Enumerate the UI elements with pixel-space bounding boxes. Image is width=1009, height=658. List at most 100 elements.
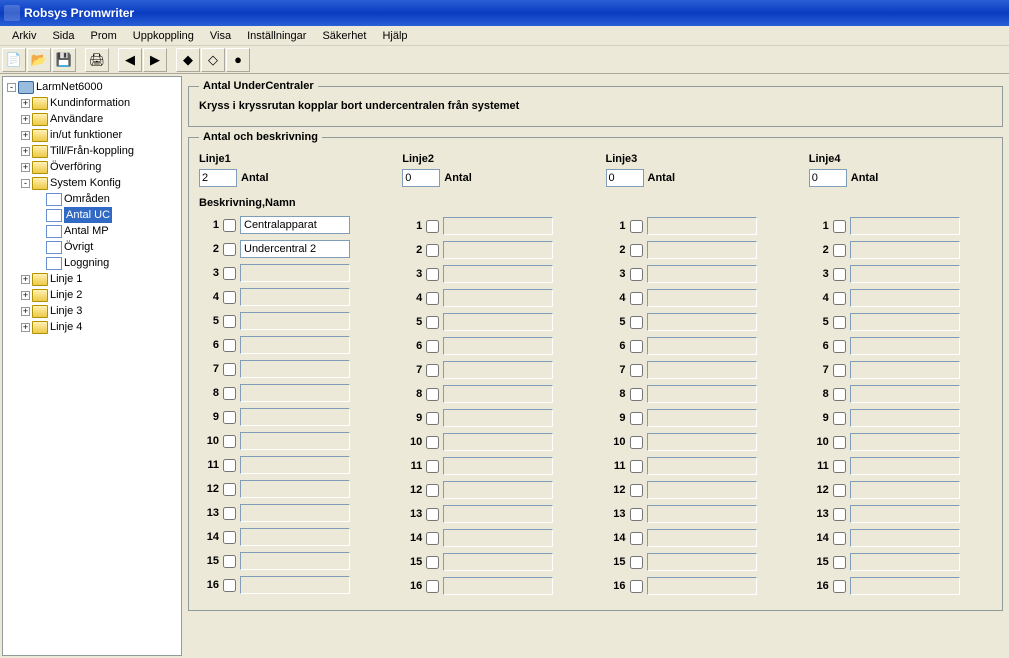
expander-icon[interactable]: + bbox=[21, 163, 30, 172]
uc-disable-checkbox[interactable] bbox=[630, 268, 643, 281]
uc-name-input[interactable] bbox=[240, 264, 350, 282]
uc-disable-checkbox[interactable] bbox=[833, 268, 846, 281]
uc-disable-checkbox[interactable] bbox=[223, 315, 236, 328]
uc-disable-checkbox[interactable] bbox=[833, 556, 846, 569]
tree-item-kundinformation[interactable]: Kundinformation bbox=[50, 95, 130, 111]
uc-disable-checkbox[interactable] bbox=[223, 459, 236, 472]
uc-disable-checkbox[interactable] bbox=[630, 580, 643, 593]
uc-disable-checkbox[interactable] bbox=[630, 508, 643, 521]
uc-disable-checkbox[interactable] bbox=[426, 268, 439, 281]
antal-input-linje3[interactable] bbox=[606, 169, 644, 187]
uc-name-input[interactable] bbox=[850, 337, 960, 355]
uc-name-input[interactable] bbox=[647, 289, 757, 307]
uc-name-input[interactable] bbox=[240, 408, 350, 426]
tree-view[interactable]: -LarmNet6000+Kundinformation+Användare+i… bbox=[2, 76, 182, 656]
uc-name-input[interactable] bbox=[240, 336, 350, 354]
uc-name-input[interactable] bbox=[850, 553, 960, 571]
tree-item-in/ut-funktioner[interactable]: in/ut funktioner bbox=[50, 127, 122, 143]
menu-hjälp[interactable]: Hjälp bbox=[374, 28, 415, 44]
tree-item-antal-mp[interactable]: Antal MP bbox=[64, 223, 109, 239]
uc-name-input[interactable] bbox=[443, 337, 553, 355]
tree-root[interactable]: LarmNet6000 bbox=[36, 79, 103, 95]
uc-name-input[interactable] bbox=[240, 384, 350, 402]
uc-name-input[interactable] bbox=[850, 361, 960, 379]
uc-name-input[interactable] bbox=[240, 432, 350, 450]
uc-disable-checkbox[interactable] bbox=[426, 580, 439, 593]
uc-name-input[interactable] bbox=[850, 385, 960, 403]
uc-disable-checkbox[interactable] bbox=[426, 508, 439, 521]
uc-name-input[interactable] bbox=[443, 361, 553, 379]
uc-disable-checkbox[interactable] bbox=[426, 340, 439, 353]
uc-name-input[interactable] bbox=[443, 241, 553, 259]
uc-disable-checkbox[interactable] bbox=[630, 316, 643, 329]
uc-name-input[interactable] bbox=[443, 529, 553, 547]
uc-name-input[interactable] bbox=[647, 385, 757, 403]
antal-input-linje1[interactable] bbox=[199, 169, 237, 187]
uc-disable-checkbox[interactable] bbox=[833, 580, 846, 593]
uc-name-input[interactable] bbox=[240, 360, 350, 378]
toolbar-btn-10[interactable]: ◇ bbox=[201, 48, 225, 72]
uc-name-input[interactable] bbox=[240, 312, 350, 330]
uc-name-input[interactable] bbox=[647, 553, 757, 571]
expander-icon[interactable]: - bbox=[21, 179, 30, 188]
uc-disable-checkbox[interactable] bbox=[426, 412, 439, 425]
uc-disable-checkbox[interactable] bbox=[833, 292, 846, 305]
uc-disable-checkbox[interactable] bbox=[223, 411, 236, 424]
tree-item-överföring[interactable]: Överföring bbox=[50, 159, 101, 175]
uc-disable-checkbox[interactable] bbox=[630, 532, 643, 545]
uc-name-input[interactable] bbox=[647, 505, 757, 523]
uc-name-input[interactable] bbox=[240, 552, 350, 570]
uc-name-input[interactable] bbox=[647, 409, 757, 427]
uc-disable-checkbox[interactable] bbox=[426, 244, 439, 257]
uc-name-input[interactable] bbox=[850, 409, 960, 427]
uc-name-input[interactable] bbox=[647, 481, 757, 499]
uc-name-input[interactable] bbox=[240, 528, 350, 546]
uc-disable-checkbox[interactable] bbox=[223, 507, 236, 520]
uc-name-input[interactable] bbox=[443, 577, 553, 595]
uc-name-input[interactable] bbox=[850, 529, 960, 547]
uc-name-input[interactable] bbox=[647, 361, 757, 379]
tree-item-linje-2[interactable]: Linje 2 bbox=[50, 287, 82, 303]
uc-disable-checkbox[interactable] bbox=[630, 364, 643, 377]
uc-disable-checkbox[interactable] bbox=[630, 292, 643, 305]
uc-name-input[interactable] bbox=[443, 313, 553, 331]
uc-disable-checkbox[interactable] bbox=[223, 363, 236, 376]
uc-name-input[interactable] bbox=[647, 217, 757, 235]
uc-name-input[interactable] bbox=[850, 313, 960, 331]
uc-disable-checkbox[interactable] bbox=[833, 460, 846, 473]
tree-item-linje-1[interactable]: Linje 1 bbox=[50, 271, 82, 287]
expander-icon[interactable]: + bbox=[21, 307, 30, 316]
uc-disable-checkbox[interactable] bbox=[630, 484, 643, 497]
uc-name-input[interactable] bbox=[850, 505, 960, 523]
uc-name-input[interactable] bbox=[443, 457, 553, 475]
uc-name-input[interactable] bbox=[850, 433, 960, 451]
uc-disable-checkbox[interactable] bbox=[630, 436, 643, 449]
uc-disable-checkbox[interactable] bbox=[223, 291, 236, 304]
uc-name-input[interactable] bbox=[647, 265, 757, 283]
uc-name-input[interactable] bbox=[647, 241, 757, 259]
tree-item-linje-3[interactable]: Linje 3 bbox=[50, 303, 82, 319]
uc-disable-checkbox[interactable] bbox=[426, 484, 439, 497]
uc-disable-checkbox[interactable] bbox=[223, 435, 236, 448]
uc-disable-checkbox[interactable] bbox=[426, 460, 439, 473]
uc-name-input[interactable] bbox=[240, 480, 350, 498]
expander-icon[interactable]: + bbox=[21, 275, 30, 284]
uc-name-input[interactable] bbox=[443, 217, 553, 235]
uc-name-input[interactable] bbox=[240, 216, 350, 234]
uc-name-input[interactable] bbox=[850, 241, 960, 259]
tree-item-övrigt[interactable]: Övrigt bbox=[64, 239, 93, 255]
uc-name-input[interactable] bbox=[850, 217, 960, 235]
uc-disable-checkbox[interactable] bbox=[630, 388, 643, 401]
uc-disable-checkbox[interactable] bbox=[833, 244, 846, 257]
antal-input-linje2[interactable] bbox=[402, 169, 440, 187]
tree-item-antal-uc[interactable]: Antal UC bbox=[64, 207, 112, 223]
uc-disable-checkbox[interactable] bbox=[630, 340, 643, 353]
tree-item-loggning[interactable]: Loggning bbox=[64, 255, 109, 271]
uc-disable-checkbox[interactable] bbox=[426, 388, 439, 401]
tree-item-system-konfig[interactable]: System Konfig bbox=[50, 175, 121, 191]
menu-uppkoppling[interactable]: Uppkoppling bbox=[125, 28, 202, 44]
uc-disable-checkbox[interactable] bbox=[223, 243, 236, 256]
expander-icon[interactable]: + bbox=[21, 147, 30, 156]
toolbar-btn-9[interactable]: ◆ bbox=[176, 48, 200, 72]
uc-name-input[interactable] bbox=[850, 265, 960, 283]
